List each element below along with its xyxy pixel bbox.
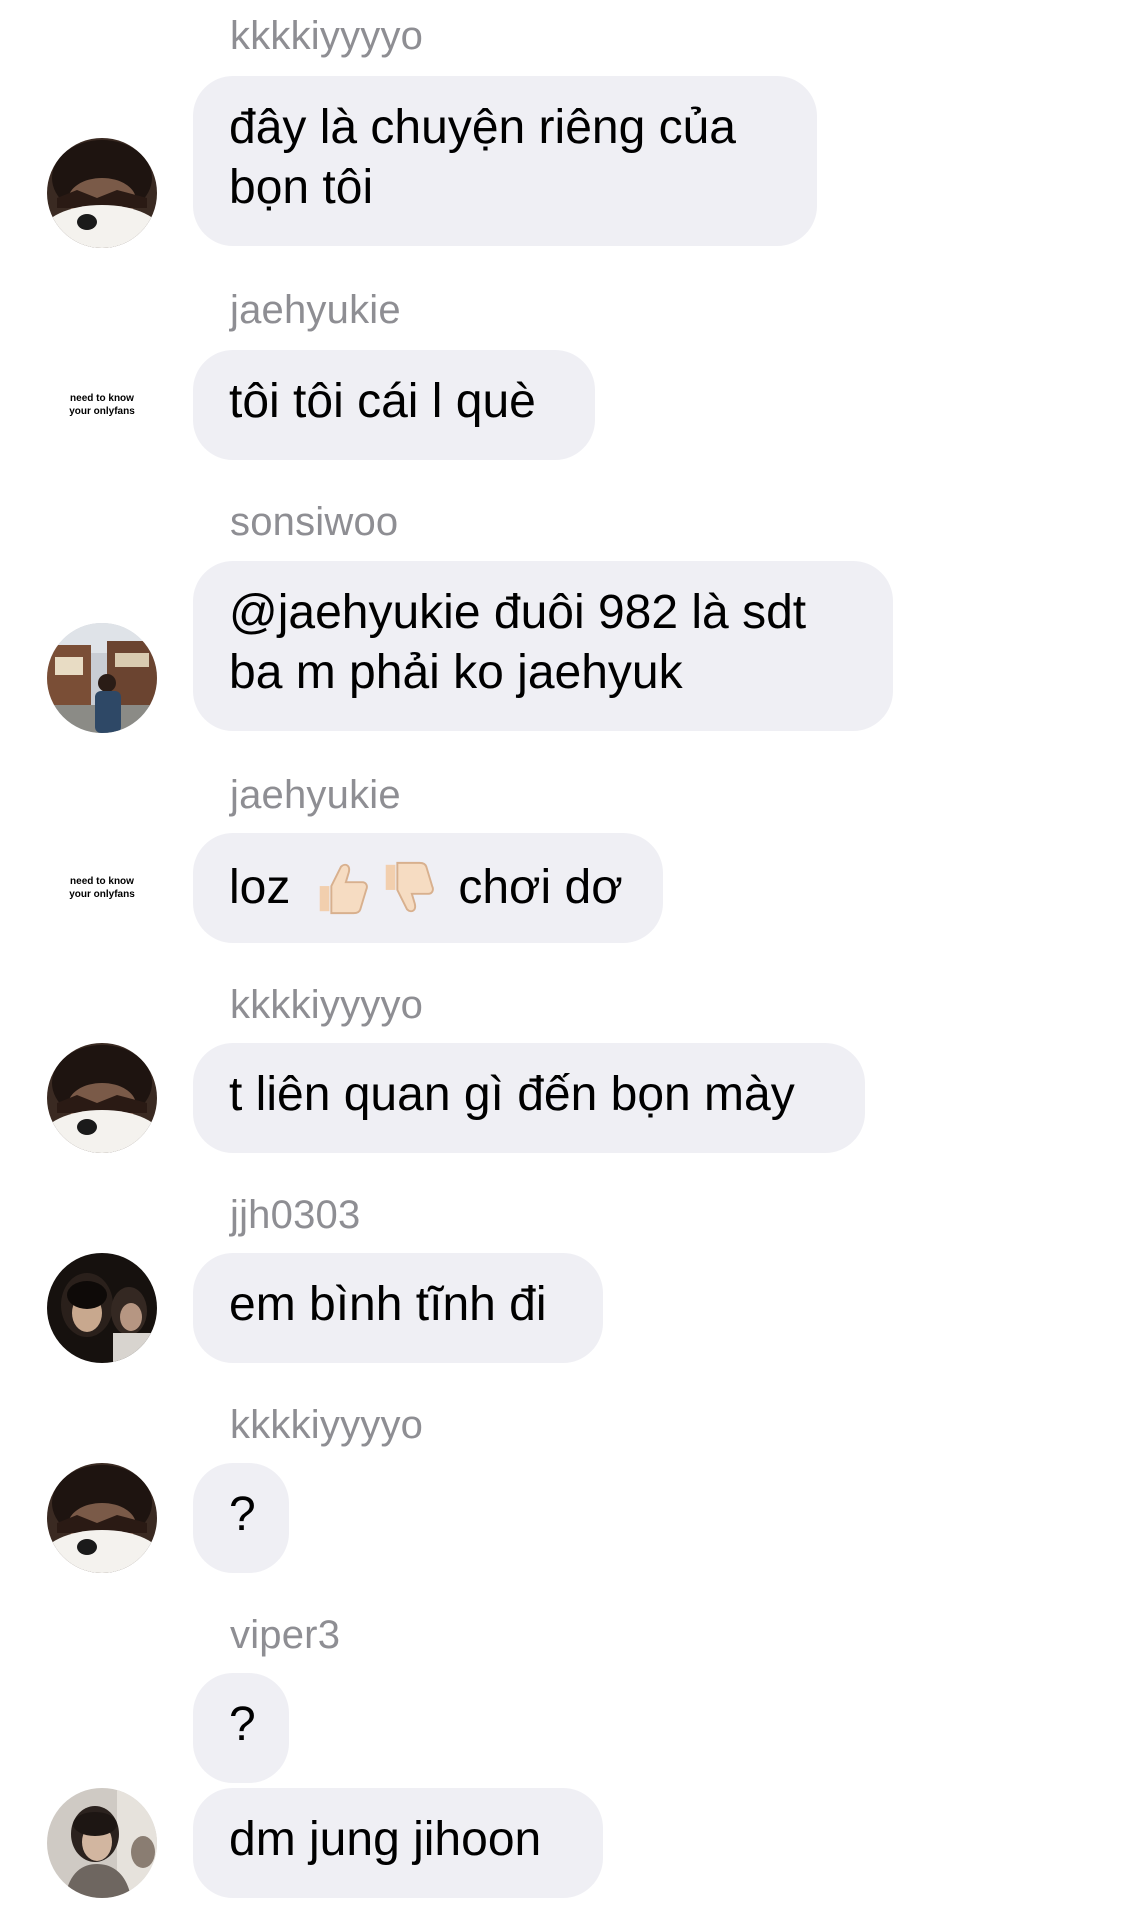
message-text: loz [229,861,291,914]
sender-username[interactable]: kkkkiyyyyo [230,1403,423,1448]
avatar-photo [47,1253,157,1363]
sender-username[interactable]: viper3 [230,1613,340,1658]
avatar-caption: need to know [70,876,134,887]
message-bubble[interactable]: em bình tĩnh đi [193,1253,603,1363]
message-bubble[interactable]: t liên quan gì đến bọn mày [193,1043,865,1153]
avatar[interactable] [47,1463,157,1573]
sender-username[interactable]: jaehyukie [230,773,401,818]
avatar[interactable] [47,623,157,733]
avatar[interactable] [47,138,157,248]
avatar[interactable] [47,1788,157,1898]
avatar-caption: your onlyfans [69,406,135,417]
sender-username[interactable]: jjh0303 [230,1193,360,1238]
avatar[interactable] [47,1043,157,1153]
message-bubble[interactable]: đây là chuyện riêng của bọn tôi [193,76,817,246]
sender-username[interactable]: kkkkiyyyyo [230,14,423,59]
message-bubble[interactable]: dm jung jihoon [193,1788,603,1898]
avatar-photo [47,138,157,248]
avatar-photo [47,1463,157,1573]
sender-username[interactable]: jaehyukie [230,288,401,333]
message-bubble[interactable]: ? [193,1463,289,1573]
avatar[interactable] [47,1253,157,1363]
thumbs-up-icon [320,863,369,915]
sender-username[interactable]: sonsiwoo [230,500,398,545]
avatar[interactable]: need to know your onlyfans [47,350,157,460]
message-bubble[interactable]: tôi tôi cái l què [193,350,595,460]
message-bubble[interactable]: ? [193,1673,289,1783]
avatar-photo [47,1043,157,1153]
message-bubble[interactable]: @jaehyukie đuôi 982 là sdt ba m phải ko … [193,561,893,731]
sender-username[interactable]: kkkkiyyyyo [230,983,423,1028]
avatar[interactable]: need to know your onlyfans [47,833,157,943]
avatar-caption: your onlyfans [69,889,135,900]
message-text: chơi dơ [458,861,623,914]
avatar-photo [47,1788,157,1898]
message-bubble[interactable]: loz chơi dơ [193,833,663,943]
avatar-caption: need to know [70,393,134,404]
thumbs-down-icon [386,861,435,913]
avatar-photo [47,623,157,733]
chat-thread: kkkkiyyyyo đây là chuyện riêng của bọn t… [0,0,1125,1912]
